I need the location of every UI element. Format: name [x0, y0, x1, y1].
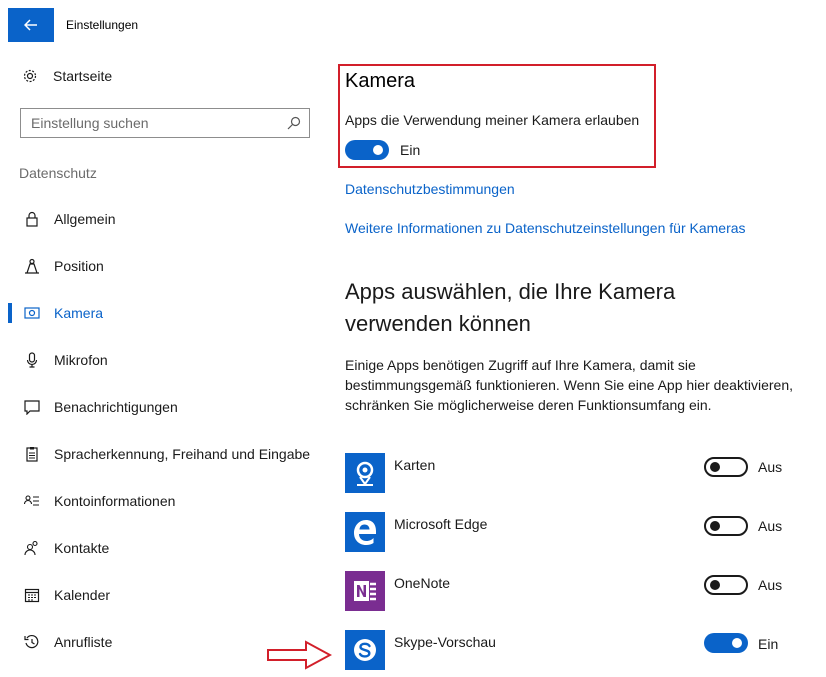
title-bar: Einstellungen: [8, 8, 826, 42]
sidebar-item-label: Position: [54, 258, 104, 274]
app-row-karten: Karten Aus: [345, 453, 785, 493]
active-indicator: [8, 303, 12, 323]
app-toggle-onenote[interactable]: [704, 575, 748, 595]
toggle-knob: [373, 145, 383, 155]
app-toggle-skype[interactable]: [704, 633, 748, 653]
app-toggle-karten[interactable]: [704, 457, 748, 477]
app-row-onenote: OneNote Aus: [345, 571, 785, 611]
sidebar-item-label: Mikrofon: [54, 352, 108, 368]
sidebar: Startseite Datenschutz Allgemein Positio…: [8, 42, 326, 677]
app-row-microsoft-edge: Microsoft Edge Aus: [345, 512, 785, 552]
sidebar-item-label: Kalender: [54, 587, 111, 603]
sidebar-item-label: Kontoinformationen: [54, 493, 176, 509]
lock-icon: [24, 211, 40, 227]
page-title: Kamera: [345, 70, 416, 92]
sidebar-item-mikrofon[interactable]: Mikrofon: [8, 340, 326, 380]
sidebar-item-label: Kontakte: [54, 540, 110, 556]
sidebar-item-kalender[interactable]: Kalender: [8, 575, 326, 615]
red-arrow-annotation: [267, 640, 332, 670]
sidebar-item-allgemein[interactable]: Allgemein: [8, 199, 326, 239]
app-name: OneNote: [394, 575, 451, 591]
toggle-knob: [732, 638, 742, 648]
toggle-knob: [710, 521, 720, 531]
camera-permission-toggle[interactable]: [345, 140, 389, 160]
app-name: Karten: [394, 457, 436, 473]
account-info-icon: [24, 493, 40, 509]
app-state: Aus: [758, 459, 783, 475]
toggle-knob: [710, 462, 720, 472]
sidebar-item-label: Spracherkennung, Freihand und Eingabe: [54, 446, 311, 462]
window-title: Einstellungen: [66, 18, 139, 32]
apps-heading: Apps auswählen, die Ihre Kamera verwende…: [345, 279, 676, 336]
toggle-knob: [710, 580, 720, 590]
app-state: Ein: [758, 636, 779, 652]
clipboard-icon: [24, 446, 40, 462]
sidebar-item-spracherkennung[interactable]: Spracherkennung, Freihand und Eingabe: [8, 434, 326, 474]
camera-permission-state: Ein: [400, 142, 421, 158]
sidebar-item-label: Anrufliste: [54, 634, 113, 650]
search-icon: [287, 116, 301, 130]
section-label: Datenschutz: [19, 165, 97, 181]
app-state: Aus: [758, 577, 783, 593]
call-history-icon: [24, 634, 40, 650]
home-link[interactable]: Startseite: [22, 68, 112, 84]
main-content: Kamera Apps die Verwendung meiner Kamera…: [338, 60, 826, 677]
app-toggle-microsoft-edge[interactable]: [704, 516, 748, 536]
back-button[interactable]: [8, 8, 54, 42]
edge-app-icon: [345, 512, 385, 552]
sidebar-item-benachrichtigungen[interactable]: Benachrichtigungen: [8, 387, 326, 427]
sidebar-item-position[interactable]: Position: [8, 246, 326, 286]
camera-permission-label: Apps die Verwendung meiner Kamera erlaub…: [345, 112, 640, 128]
sidebar-item-label: Benachrichtigungen: [54, 399, 178, 415]
home-label: Startseite: [53, 68, 113, 84]
calendar-icon: [24, 587, 40, 603]
location-person-icon: [24, 258, 40, 274]
sidebar-item-label: Allgemein: [54, 211, 116, 227]
sidebar-item-label: Kamera: [54, 305, 104, 321]
privacy-statement-link[interactable]: Datenschutzbestimmungen: [345, 181, 515, 197]
camera-privacy-info-link[interactable]: Weitere Informationen zu Datenschutzeins…: [345, 220, 746, 236]
app-state: Aus: [758, 518, 783, 534]
app-name: Skype-Vorschau: [394, 634, 496, 650]
skype-app-icon: [345, 630, 385, 670]
camera-icon: [24, 305, 40, 321]
back-arrow-icon: [24, 19, 37, 31]
contacts-icon: [24, 540, 40, 556]
search-box[interactable]: [20, 108, 310, 138]
app-row-skype: Skype-Vorschau Ein: [345, 630, 785, 670]
microphone-icon: [24, 352, 40, 368]
maps-app-icon: [345, 453, 385, 493]
notification-icon: [24, 399, 40, 415]
apps-description: Einige Apps benötigen Zugriff auf Ihre K…: [345, 357, 793, 413]
sidebar-item-kontakte[interactable]: Kontakte: [8, 528, 326, 568]
sidebar-item-kamera[interactable]: Kamera: [8, 293, 326, 333]
search-input[interactable]: [21, 109, 271, 137]
gear-icon: [23, 69, 37, 83]
sidebar-item-kontoinformationen[interactable]: Kontoinformationen: [8, 481, 326, 521]
app-name: Microsoft Edge: [394, 516, 488, 532]
onenote-app-icon: [345, 571, 385, 611]
